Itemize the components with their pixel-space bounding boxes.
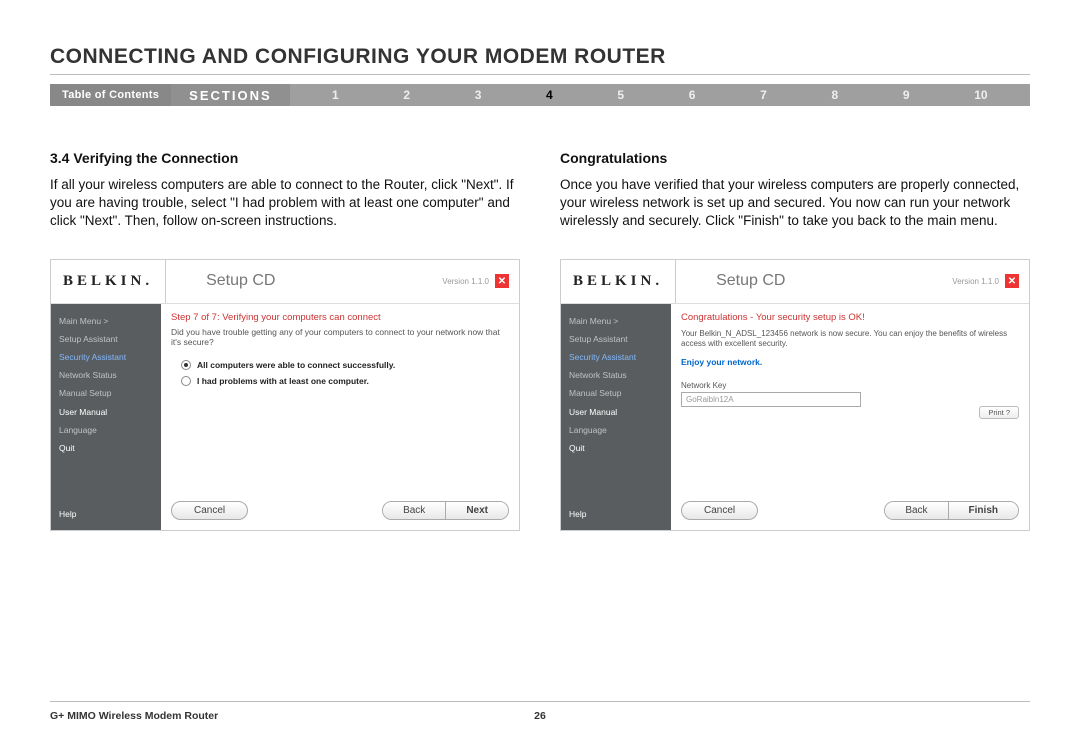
section-nav: Table of Contents SECTIONS 1 2 3 4 5 6 7 8 9 10 bbox=[50, 84, 1030, 106]
section-link-6[interactable]: 6 bbox=[689, 88, 696, 102]
divider bbox=[50, 74, 1030, 75]
radio-icon bbox=[181, 376, 191, 386]
page-title: CONNECTING AND CONFIGURING YOUR MODEM RO… bbox=[50, 45, 666, 69]
step-subtext: Did you have trouble getting any of your… bbox=[171, 327, 509, 347]
radio-label: All computers were able to connect succe… bbox=[197, 360, 395, 370]
right-main-pane: Congratulations - Your security setup is… bbox=[671, 304, 1029, 530]
page-footer: G+ MIMO Wireless Modem Router 26 bbox=[50, 701, 1030, 722]
section-link-5[interactable]: 5 bbox=[617, 88, 624, 102]
sidebar-item[interactable]: Main Menu > bbox=[59, 312, 153, 330]
radio-option[interactable]: All computers were able to connect succe… bbox=[171, 357, 509, 373]
next-button[interactable]: Next bbox=[446, 502, 508, 519]
left-column: 3.4 Verifying the Connection If all your… bbox=[50, 150, 520, 531]
toc-link[interactable]: Table of Contents bbox=[50, 84, 171, 106]
back-next-group: Back Next bbox=[382, 501, 509, 520]
close-icon[interactable]: ✕ bbox=[495, 274, 509, 288]
section-link-9[interactable]: 9 bbox=[903, 88, 910, 102]
step-title: Step 7 of 7: Verifying your computers ca… bbox=[171, 312, 509, 323]
right-body: Once you have verified that your wireles… bbox=[560, 176, 1030, 231]
sidebar-item[interactable]: Network Status bbox=[59, 366, 153, 384]
setup-cd-title: Setup CD bbox=[166, 272, 442, 290]
left-body: If all your wireless computers are able … bbox=[50, 176, 520, 231]
left-sidebar: Main Menu >Setup AssistantSecurity Assis… bbox=[51, 304, 161, 530]
help-link[interactable]: Help bbox=[561, 499, 671, 529]
back-finish-group: Back Finish bbox=[884, 501, 1019, 520]
sidebar-item[interactable]: Manual Setup bbox=[569, 384, 663, 402]
sidebar-item[interactable]: Quit bbox=[59, 439, 153, 457]
sidebar-item[interactable]: Setup Assistant bbox=[59, 330, 153, 348]
screenshot-verifying: BELKIN. Setup CD Version 1.1.0 ✕ Main Me… bbox=[50, 259, 520, 531]
print-button[interactable]: Print ? bbox=[979, 406, 1019, 419]
section-link-3[interactable]: 3 bbox=[475, 88, 482, 102]
section-link-8[interactable]: 8 bbox=[831, 88, 838, 102]
sidebar-item[interactable]: User Manual bbox=[59, 403, 153, 421]
congrats-desc: Your Belkin_N_ADSL_123456 network is now… bbox=[681, 329, 1019, 350]
belkin-logo: BELKIN. bbox=[561, 260, 676, 303]
section-link-4[interactable]: 4 bbox=[546, 88, 553, 102]
section-link-2[interactable]: 2 bbox=[403, 88, 410, 102]
sidebar-item[interactable]: Language bbox=[569, 421, 663, 439]
sidebar-item[interactable]: Setup Assistant bbox=[569, 330, 663, 348]
sidebar-item[interactable]: Main Menu > bbox=[569, 312, 663, 330]
right-sidebar: Main Menu >Setup AssistantSecurity Assis… bbox=[561, 304, 671, 530]
right-column: Congratulations Once you have verified t… bbox=[560, 150, 1030, 531]
cancel-button[interactable]: Cancel bbox=[171, 501, 248, 520]
sidebar-item[interactable]: Security Assistant bbox=[569, 348, 663, 366]
left-main-pane: Step 7 of 7: Verifying your computers ca… bbox=[161, 304, 519, 530]
setup-cd-title: Setup CD bbox=[676, 272, 952, 290]
version-label: Version 1.1.0 bbox=[952, 277, 999, 286]
sidebar-item[interactable]: Language bbox=[59, 421, 153, 439]
radio-option[interactable]: I had problems with at least one compute… bbox=[171, 373, 509, 389]
cancel-button[interactable]: Cancel bbox=[681, 501, 758, 520]
sidebar-item[interactable]: Security Assistant bbox=[59, 348, 153, 366]
close-icon[interactable]: ✕ bbox=[1005, 274, 1019, 288]
sidebar-item[interactable]: Quit bbox=[569, 439, 663, 457]
back-button[interactable]: Back bbox=[885, 502, 948, 519]
section-link-1[interactable]: 1 bbox=[332, 88, 339, 102]
version-label: Version 1.1.0 bbox=[442, 277, 489, 286]
network-key-label: Network Key bbox=[681, 381, 1019, 390]
radio-label: I had problems with at least one compute… bbox=[197, 376, 369, 386]
product-name: G+ MIMO Wireless Modem Router bbox=[50, 710, 218, 722]
section-link-10[interactable]: 10 bbox=[974, 88, 987, 102]
radio-icon bbox=[181, 360, 191, 370]
enjoy-text: Enjoy your network. bbox=[681, 357, 1019, 367]
page-number: 26 bbox=[534, 710, 546, 722]
finish-button[interactable]: Finish bbox=[949, 502, 1018, 519]
back-button[interactable]: Back bbox=[383, 502, 446, 519]
sidebar-item[interactable]: User Manual bbox=[569, 403, 663, 421]
sidebar-item[interactable]: Manual Setup bbox=[59, 384, 153, 402]
belkin-logo: BELKIN. bbox=[51, 260, 166, 303]
left-heading: 3.4 Verifying the Connection bbox=[50, 150, 520, 166]
network-key-field[interactable]: GoRaibln12A bbox=[681, 392, 861, 407]
sections-label: SECTIONS bbox=[171, 84, 289, 106]
screenshot-congrats: BELKIN. Setup CD Version 1.1.0 ✕ Main Me… bbox=[560, 259, 1030, 531]
section-link-7[interactable]: 7 bbox=[760, 88, 767, 102]
right-heading: Congratulations bbox=[560, 150, 1030, 166]
help-link[interactable]: Help bbox=[51, 499, 161, 529]
congrats-title: Congratulations - Your security setup is… bbox=[681, 312, 1019, 323]
sidebar-item[interactable]: Network Status bbox=[569, 366, 663, 384]
